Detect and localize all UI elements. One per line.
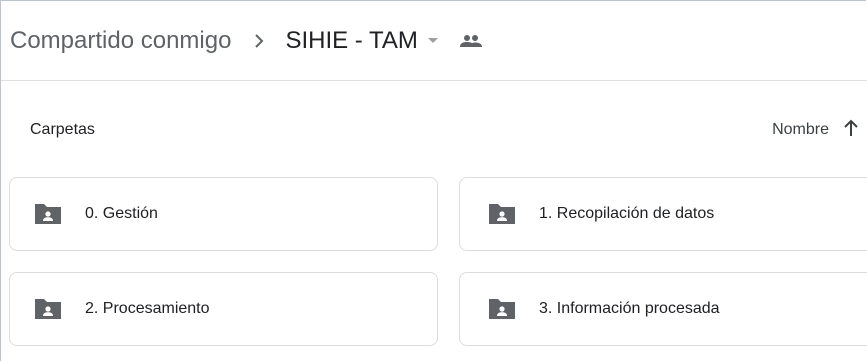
shared-folder-icon xyxy=(33,297,63,321)
shared-folder-icon xyxy=(487,297,517,321)
folder-name: 3. Información procesada xyxy=(539,300,720,317)
folder-name: 2. Procesamiento xyxy=(85,300,210,317)
arrow-up-icon xyxy=(843,119,859,142)
folder-card[interactable]: 0. Gestión xyxy=(9,177,438,251)
section-title: Carpetas xyxy=(30,121,95,138)
folders-section-header: Carpetas Nombre xyxy=(30,118,859,142)
shared-folder-icon xyxy=(487,202,517,226)
folder-card[interactable]: 2. Procesamiento xyxy=(9,272,438,346)
folder-name: 1. Recopilación de datos xyxy=(539,205,715,222)
shared-folder-icon xyxy=(33,202,63,226)
caret-down-icon xyxy=(427,38,438,43)
folder-card[interactable]: 3. Información procesada xyxy=(459,272,867,346)
people-icon[interactable] xyxy=(459,34,482,48)
breadcrumb-current[interactable]: SIHIE - TAM xyxy=(285,26,438,55)
breadcrumb-current-label: SIHIE - TAM xyxy=(285,26,418,54)
folder-card[interactable]: 1. Recopilación de datos xyxy=(459,177,867,251)
breadcrumb-root[interactable]: Compartido conmigo xyxy=(10,27,231,55)
sort-button[interactable]: Nombre xyxy=(772,119,859,142)
folder-header: Compartido conmigo SIHIE - TAM xyxy=(1,1,867,81)
sort-label: Nombre xyxy=(772,121,829,138)
chevron-right-icon xyxy=(253,33,265,49)
folder-name: 0. Gestión xyxy=(85,205,158,222)
